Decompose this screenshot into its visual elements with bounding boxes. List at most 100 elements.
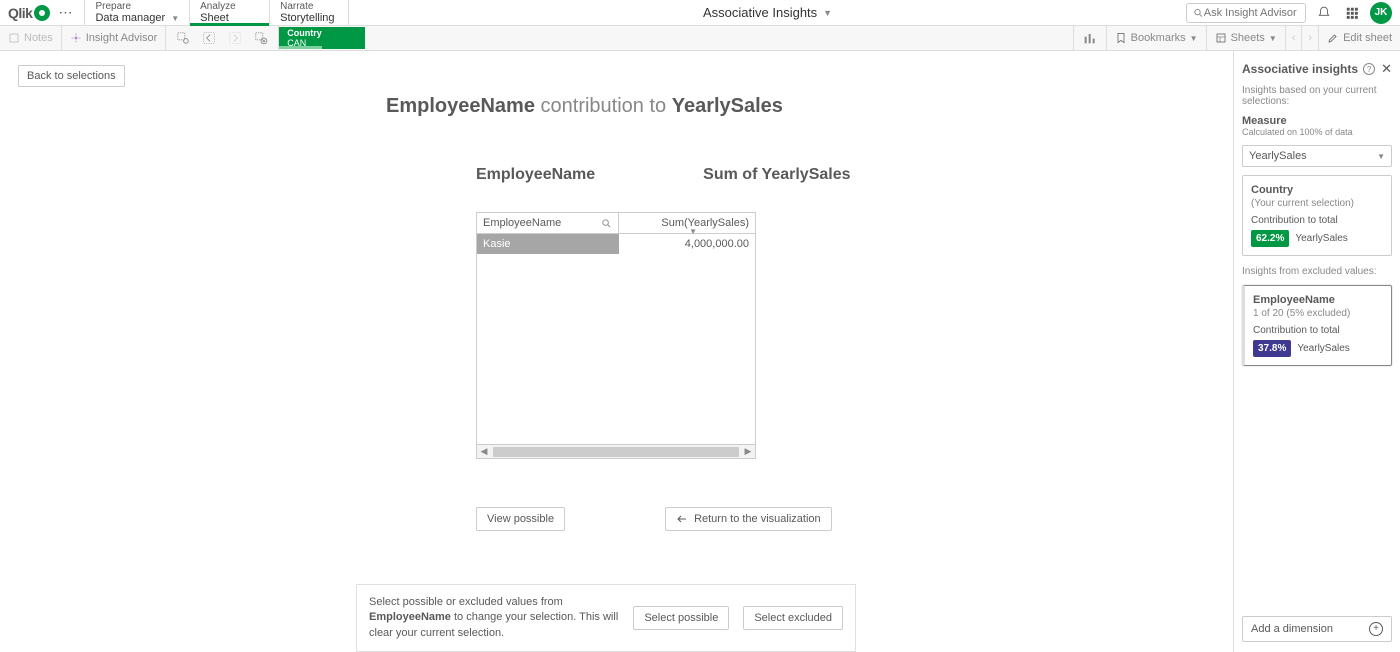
- headline-mid: contribution to: [535, 95, 672, 117]
- select-possible-button[interactable]: Select possible: [633, 606, 729, 630]
- prev-sheet-button[interactable]: ‹: [1285, 26, 1302, 50]
- contrib-label: Contribution to total: [1253, 325, 1383, 336]
- nav-narrate-sub: Storytelling: [280, 12, 338, 24]
- nav-analyze-sub: Sheet: [200, 12, 259, 24]
- app-title-dropdown[interactable]: Associative Insights ▼: [349, 5, 1186, 20]
- bookmarks-label: Bookmarks: [1131, 32, 1186, 44]
- card-sub: (Your current selection): [1251, 198, 1383, 209]
- chip-progress: [279, 46, 322, 49]
- close-icon[interactable]: ✕: [1381, 61, 1392, 77]
- search-icon: [1193, 7, 1204, 19]
- th-sum-label: Sum(YearlySales): [661, 217, 749, 229]
- chevron-down-icon: ▼: [171, 14, 179, 23]
- grid-icon[interactable]: [1342, 3, 1362, 23]
- nav-tabs: Prepare Data manager ▼ Analyze Sheet Narr…: [84, 0, 349, 25]
- return-visualization-button[interactable]: Return to the visualization: [665, 507, 832, 531]
- clear-selections-icon[interactable]: [254, 31, 268, 45]
- toolbar-right: Bookmarks ▼ Sheets ▼ ‹ › Edit sheet: [1073, 26, 1400, 50]
- th-employee[interactable]: EmployeeName: [477, 213, 619, 233]
- associative-insights-icon-button[interactable]: [1073, 26, 1106, 50]
- insight-card-employeename[interactable]: EmployeeName 1 of 20 (5% excluded) Contr…: [1242, 285, 1392, 366]
- step-forward-icon[interactable]: [228, 31, 242, 45]
- table-horizontal-scroll[interactable]: ◀ ▶: [477, 444, 755, 458]
- nav-prepare-label: Prepare: [95, 1, 179, 12]
- note-icon: [8, 32, 20, 44]
- measure-select[interactable]: YearlySales ▼: [1242, 145, 1392, 167]
- smart-search-icon[interactable]: [176, 31, 190, 45]
- page-headline: EmployeeName contribution to YearlySales: [386, 95, 1215, 118]
- nav-analyze[interactable]: Analyze Sheet: [189, 0, 269, 25]
- measure-label: Measure: [1242, 115, 1392, 127]
- cell-value: 4,000,000.00: [619, 234, 755, 254]
- headline-measure: YearlySales: [672, 95, 783, 117]
- return-arrow-icon: [676, 513, 688, 525]
- data-table: EmployeeName Sum(YearlySales) ▼ Kasie 4,…: [476, 212, 756, 459]
- contrib-badge: 37.8%: [1253, 340, 1291, 357]
- select-excluded-button[interactable]: Select excluded: [743, 606, 843, 630]
- toolbar: Notes Insight Advisor Country CAN Bookma…: [0, 26, 1400, 51]
- nav-analyze-label: Analyze: [200, 1, 259, 12]
- search-icon[interactable]: [601, 218, 612, 229]
- insights-panel: Associative insights ? ✕ Insights based …: [1233, 51, 1400, 652]
- bookmark-icon: [1115, 32, 1127, 44]
- edit-label: Edit sheet: [1343, 32, 1392, 44]
- table-row[interactable]: Kasie 4,000,000.00: [477, 234, 755, 254]
- plus-circle-icon: +: [1369, 622, 1383, 636]
- more-menu-icon[interactable]: ⋯: [58, 4, 72, 21]
- content-area: Back to selections EmployeeName contribu…: [0, 51, 1233, 652]
- insights-bars-icon: [1082, 30, 1098, 46]
- nav-prepare-sub: Data manager: [95, 12, 165, 24]
- app-logo[interactable]: Qlik: [8, 5, 50, 21]
- edit-sheet-button[interactable]: Edit sheet: [1318, 26, 1400, 50]
- bookmarks-button[interactable]: Bookmarks ▼: [1106, 26, 1206, 50]
- nav-prepare[interactable]: Prepare Data manager ▼: [84, 0, 189, 25]
- scroll-track[interactable]: [493, 447, 739, 457]
- hint-text: Select possible or excluded values from …: [369, 595, 619, 641]
- nav-narrate[interactable]: Narrate Storytelling: [269, 0, 349, 25]
- scroll-left-icon[interactable]: ◀: [477, 446, 491, 457]
- insight-card-country[interactable]: Country (Your current selection) Contrib…: [1242, 175, 1392, 256]
- th-sum[interactable]: Sum(YearlySales) ▼: [619, 213, 755, 233]
- chip-title: Country: [287, 28, 357, 38]
- sheets-label: Sheets: [1231, 32, 1265, 44]
- bell-icon[interactable]: [1314, 3, 1334, 23]
- col-title-dim: EmployeeName: [476, 166, 595, 184]
- help-icon[interactable]: ?: [1363, 63, 1375, 75]
- contrib-label: Contribution to total: [1251, 215, 1383, 226]
- view-possible-button[interactable]: View possible: [476, 507, 565, 531]
- table-body: Kasie 4,000,000.00: [477, 234, 755, 444]
- logo-text: Qlik: [8, 5, 32, 21]
- back-to-selections-button[interactable]: Back to selections: [18, 65, 125, 87]
- card-title: EmployeeName: [1253, 294, 1383, 306]
- sparkle-icon: [70, 32, 82, 44]
- search-input[interactable]: [1204, 7, 1299, 19]
- add-dimension-button[interactable]: Add a dimension +: [1242, 616, 1392, 642]
- selection-chip-country[interactable]: Country CAN: [279, 27, 365, 49]
- th-employee-label: EmployeeName: [483, 217, 561, 229]
- logo-icon: [34, 5, 50, 21]
- step-back-icon[interactable]: [202, 31, 216, 45]
- contrib-measure: YearlySales: [1295, 233, 1347, 244]
- notes-label: Notes: [24, 32, 53, 44]
- chevron-down-icon: ▼: [1377, 152, 1385, 161]
- panel-title: Associative insights: [1242, 62, 1358, 76]
- selection-tool-icons: [166, 26, 279, 50]
- chevron-down-icon: ▼: [1190, 34, 1198, 43]
- chevron-down-icon: ▼: [1269, 34, 1277, 43]
- insight-advisor-button[interactable]: Insight Advisor: [62, 26, 167, 50]
- measure-sub: Calculated on 100% of data: [1242, 127, 1392, 137]
- user-avatar[interactable]: JK: [1370, 2, 1392, 24]
- panel-header: Associative insights ? ✕: [1242, 61, 1392, 77]
- scroll-right-icon[interactable]: ▶: [741, 446, 755, 457]
- chevron-down-icon: ▼: [823, 8, 832, 18]
- sheets-icon: [1215, 32, 1227, 44]
- nav-narrate-label: Narrate: [280, 1, 338, 12]
- table-header: EmployeeName Sum(YearlySales) ▼: [477, 213, 755, 234]
- cell-name: Kasie: [477, 234, 619, 254]
- mid-actions: View possible Return to the visualizatio…: [476, 507, 1215, 531]
- next-sheet-button[interactable]: ›: [1301, 26, 1318, 50]
- column-titles: EmployeeName Sum of YearlySales: [476, 166, 1215, 184]
- insight-search[interactable]: [1186, 3, 1306, 23]
- notes-button[interactable]: Notes: [0, 26, 62, 50]
- sheets-button[interactable]: Sheets ▼: [1206, 26, 1285, 50]
